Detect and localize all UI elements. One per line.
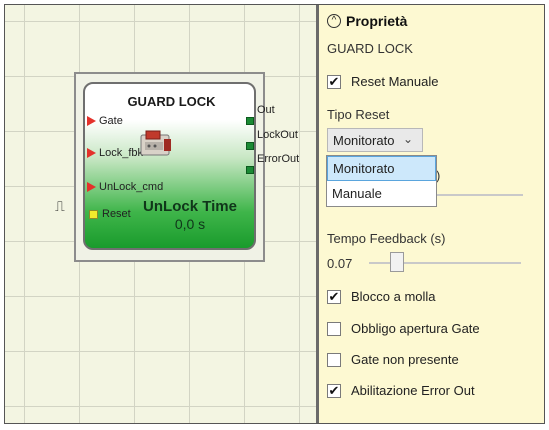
- option-monitorato[interactable]: Monitorato: [327, 156, 436, 181]
- properties-panel: ^ Proprietà GUARD LOCK ✔ Reset Manuale T…: [319, 5, 544, 423]
- reset-manuale-label: Reset Manuale: [351, 74, 439, 89]
- tempo-feedback-value: 0.07: [327, 256, 353, 271]
- blocco-a-molla-label: Blocco a molla: [351, 289, 436, 304]
- properties-title: Proprietà: [346, 13, 408, 29]
- output-pin-lockout[interactable]: [246, 142, 254, 150]
- tempo-feedback-slider-thumb[interactable]: [390, 252, 404, 272]
- guard-lock-block[interactable]: GUARD LOCK Gate Lock_fbk UnLock_cmd Rese…: [83, 82, 256, 250]
- param-name: UnLock Time: [143, 198, 237, 215]
- block-title: GUARD LOCK: [127, 94, 216, 109]
- gate-non-presente-checkbox[interactable]: [327, 352, 341, 367]
- reset-manuale-checkbox[interactable]: ✔: [327, 74, 341, 89]
- option-manuale[interactable]: Manuale: [327, 181, 436, 206]
- input-label-unlock-cmd: UnLock_cmd: [99, 181, 164, 193]
- output-label-errorout: ErrorOut: [257, 153, 300, 165]
- input-pin-reset[interactable]: [89, 210, 98, 219]
- gate-non-presente-label: Gate non presente: [351, 352, 459, 367]
- properties-header[interactable]: ^ Proprietà: [327, 13, 407, 29]
- hidden-slider-track[interactable]: [431, 194, 523, 196]
- properties-subtitle: GUARD LOCK: [327, 41, 413, 56]
- tipo-reset-label: Tipo Reset: [327, 107, 390, 122]
- chevron-down-icon: ⌄: [402, 132, 413, 146]
- blocco-a-molla-checkbox[interactable]: ✔: [327, 289, 341, 304]
- input-pin-gate[interactable]: [87, 116, 96, 126]
- output-label-out: Out: [257, 104, 275, 116]
- input-label-reset: Reset: [102, 208, 131, 220]
- blocco-a-molla-row[interactable]: ✔ Blocco a molla: [327, 289, 436, 304]
- output-label-lockout: LockOut: [257, 129, 298, 141]
- tipo-reset-value: Monitorato: [333, 132, 395, 148]
- input-label-lock-fbk: Lock_fbk: [99, 147, 144, 159]
- obbligo-apertura-gate-checkbox[interactable]: [327, 321, 341, 336]
- obbligo-apertura-gate-row[interactable]: Obbligo apertura Gate: [327, 321, 480, 336]
- tempo-feedback-label: Tempo Feedback (s): [327, 231, 446, 246]
- abilitazione-error-out-row[interactable]: ✔ Abilitazione Error Out: [327, 383, 475, 398]
- design-canvas[interactable]: GUARD LOCK Gate Lock_fbk UnLock_cmd Rese…: [5, 5, 316, 423]
- input-label-gate: Gate: [99, 115, 123, 127]
- output-pin-out[interactable]: [246, 117, 254, 125]
- collapse-chevron-icon[interactable]: ^: [327, 14, 341, 28]
- input-pin-unlock-cmd[interactable]: [87, 182, 96, 192]
- abilitazione-error-out-label: Abilitazione Error Out: [351, 383, 475, 398]
- reset-pulse-icon: ⎍: [55, 199, 65, 215]
- main-window: GUARD LOCK Gate Lock_fbk UnLock_cmd Rese…: [4, 4, 545, 424]
- reset-manuale-row[interactable]: ✔ Reset Manuale: [327, 74, 438, 89]
- guard-lock-device-icon: [140, 130, 171, 156]
- gate-non-presente-row[interactable]: Gate non presente: [327, 352, 459, 367]
- obbligo-apertura-gate-label: Obbligo apertura Gate: [351, 321, 480, 336]
- abilitazione-error-out-checkbox[interactable]: ✔: [327, 383, 341, 398]
- param-value: 0,0 s: [174, 216, 206, 232]
- output-pin-errorout[interactable]: [246, 166, 254, 174]
- input-pin-lock-fbk[interactable]: [87, 148, 96, 158]
- tipo-reset-dropdown[interactable]: Monitorato Manuale: [326, 155, 437, 207]
- tipo-reset-select[interactable]: Monitorato ⌄: [327, 128, 423, 152]
